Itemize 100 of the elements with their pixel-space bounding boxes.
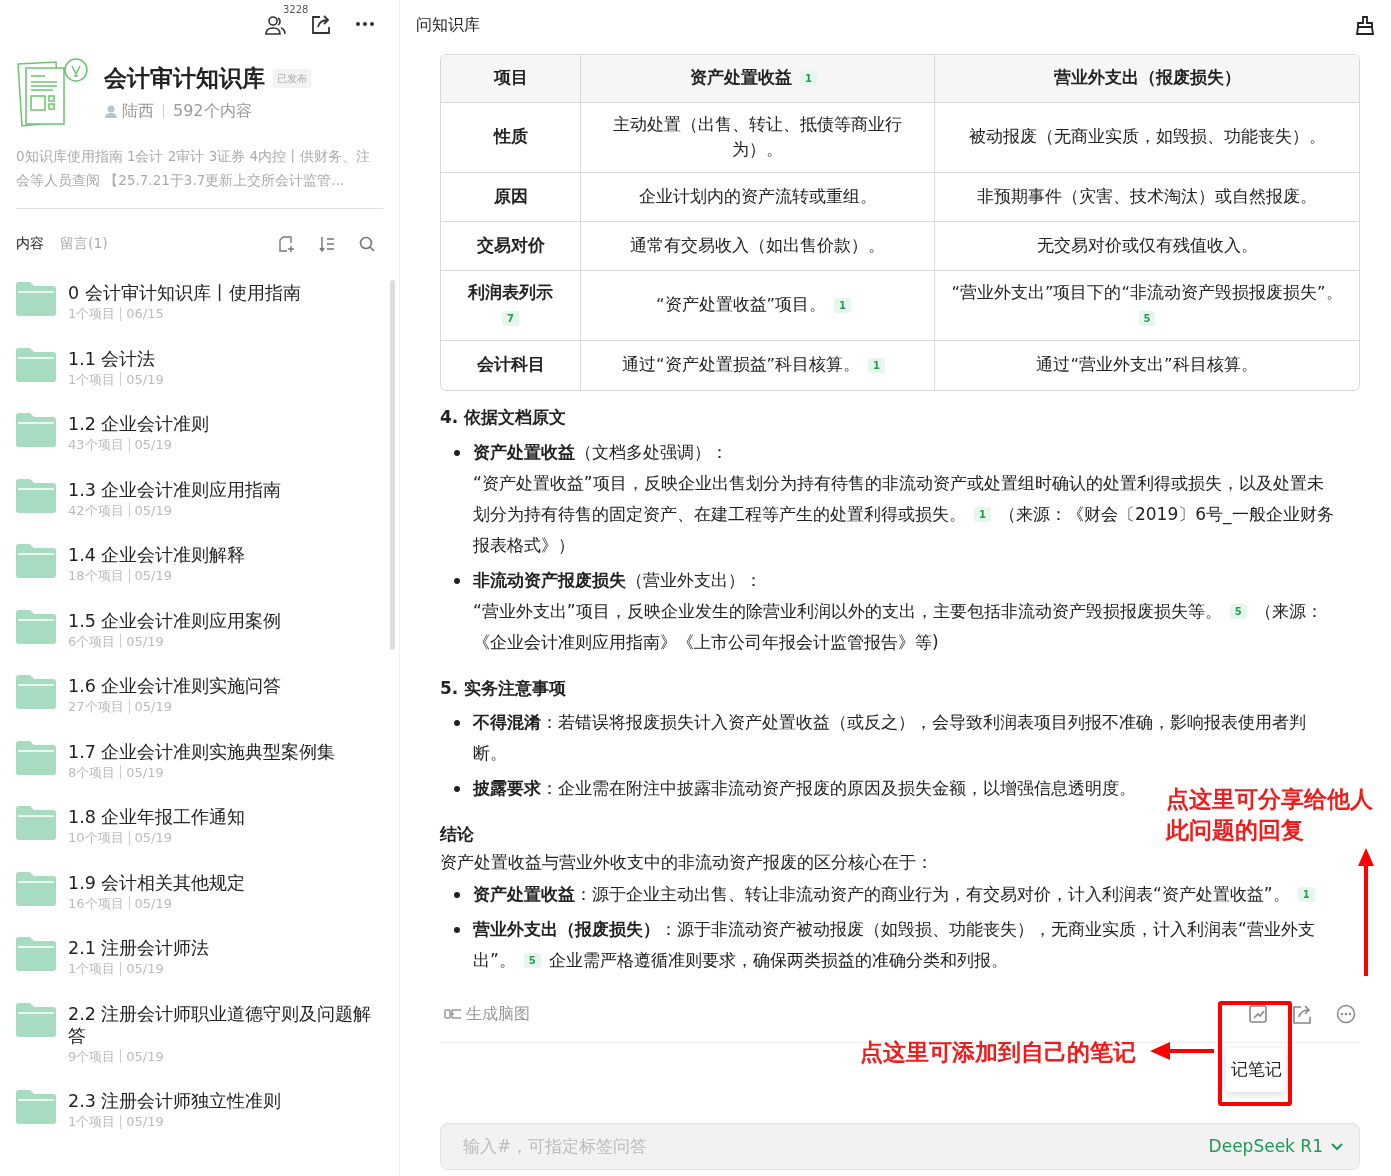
bullet-icon <box>454 892 460 898</box>
folder-item[interactable]: 1.1 会计法 1个项目 05/19 <box>16 335 383 401</box>
table-cell: 性质 <box>493 127 528 147</box>
item-count: 43个项目 <box>68 436 124 454</box>
folder-item[interactable]: 1.6 企业会计准则实施问答 27个项目 05/19 <box>16 663 383 729</box>
annotation-text: 点这里可添加到自己的笔记 <box>860 1038 1136 1067</box>
item-count: 16个项目 <box>68 894 124 913</box>
folder-icon <box>16 413 56 447</box>
folder-item[interactable]: 1.8 企业年报工作通知 10个项目 05/19 <box>16 794 383 860</box>
folder-date: 05/19 <box>126 1113 164 1131</box>
paragraph: 资产处置收益与营业外收支中的非流动资产报废的区分核心在于： <box>440 850 933 874</box>
note-icon[interactable] <box>1248 1004 1268 1024</box>
item-count: 27个项目 <box>68 698 124 716</box>
bullet-icon <box>454 786 460 792</box>
item-count: 1个项目 <box>68 1113 116 1131</box>
table-cell: 通过“资产处置损益”科目核算。 <box>621 355 861 375</box>
annotation-text: 点这里可分享给他人此问题的回复 <box>1166 785 1374 845</box>
caret-icon <box>1331 1142 1343 1151</box>
knowledge-base-description: 0知识库使用指南 1会计 2审计 3证券 4内控丨供财务、注会等人员查阅 【25.7.21于3.7更新上交所会计监管... <box>16 144 383 209</box>
folder-date: 05/19 <box>134 894 172 913</box>
folder-item[interactable]: 1.3 企业会计准则应用指南 42个项目 05/19 <box>16 466 383 532</box>
annotation-arrow <box>1150 1042 1214 1060</box>
folder-item[interactable]: 1.4 企业会计准则解释 18个项目 05/19 <box>16 532 383 598</box>
column-header: 营业外支出（报废损失） <box>1053 68 1241 88</box>
content-count: 592个内容 <box>173 100 252 123</box>
folder-icon <box>16 675 56 709</box>
clear-icon[interactable] <box>1355 15 1375 35</box>
mind-map-icon <box>444 1007 462 1021</box>
paragraph: 企业需严格遵循准则要求，确保两类损益的准确分类和列报。 <box>548 949 1008 972</box>
paragraph: “营业外支出”项目，反映企业发生的除营业利润以外的支出，主要包括非流动资产毁损报废损失等。 <box>473 599 1222 623</box>
table-cell: 原因 <box>493 186 528 206</box>
folder-icon <box>16 544 56 578</box>
tab[interactable]: 内容 <box>16 233 44 254</box>
paragraph: 不得混淆：若错误将报废损失计入资产处置收益（或反之），会导致利润表项目列报不准确，影响报表使用者判 <box>473 711 1306 734</box>
folder-date: 05/19 <box>126 632 164 651</box>
section-heading: 4. 依据文档原文 <box>440 406 567 429</box>
folder-name: 1.8 企业年报工作通知 <box>68 806 246 828</box>
folder-name: 1.6 企业会计准则实施问答 <box>68 675 282 697</box>
folder-date: 05/19 <box>126 1047 164 1066</box>
folder-item[interactable]: 2.3 注册会计师独立性准则 1个项目 05/19 <box>16 1078 383 1144</box>
folder-icon <box>16 937 56 971</box>
folder-name: 1.7 企业会计准则实施典型案例集 <box>68 740 336 763</box>
folder-item[interactable]: 2.2 注册会计师职业道德守则及问题解答 9个项目 05/19 <box>16 990 383 1078</box>
paragraph: 披露要求：企业需在附注中披露非流动资产报废的原因及损失金额，以增强信息透明度。 <box>473 777 1136 800</box>
more-icon[interactable] <box>355 21 375 27</box>
folder-date: 05/19 <box>134 829 172 847</box>
table-cell: 非预期事件（灾害、技术淘汰）或自然报废。 <box>977 186 1317 206</box>
paragraph: 断。 <box>473 742 507 765</box>
folder-item[interactable]: 2.1 注册会计师法 1个项目 05/19 <box>16 925 383 991</box>
folder-name: 1.1 会计法 <box>68 347 157 370</box>
folder-date: 05/19 <box>134 698 172 716</box>
item-count: 6个项目 <box>68 632 116 651</box>
folder-date: 05/19 <box>134 501 172 520</box>
paragraph: 报表格式》） <box>473 533 575 557</box>
paragraph: 《企业会计准则应用指南》《上市公司年报会计监管报告》等) <box>473 630 939 654</box>
folder-item[interactable]: 1.2 企业会计准则 43个项目 05/19 <box>16 401 383 467</box>
folder-item[interactable]: 1.7 企业会计准则实施典型案例集 8个项目 05/19 <box>16 728 383 794</box>
item-count: 1个项目 <box>68 370 116 389</box>
bullet-icon <box>454 449 460 456</box>
paragraph: （来源：《财会〔2019〕6号_一般企业财务 <box>998 502 1334 527</box>
folder-icon <box>16 1090 56 1124</box>
folder-icon <box>16 806 56 840</box>
folder-date: 05/19 <box>134 436 172 454</box>
knowledge-base-title: 会计审计知识库 <box>104 63 265 93</box>
folder-icon <box>16 1002 56 1037</box>
folder-date: 06/15 <box>126 305 164 323</box>
folder-name: 2.1 注册会计师法 <box>68 937 210 959</box>
item-count: 9个项目 <box>68 1047 116 1066</box>
folder-date: 05/19 <box>126 763 164 782</box>
folder-icon <box>16 282 56 316</box>
member-count: 3228 <box>283 3 309 17</box>
paragraph: （来源： <box>1254 599 1323 623</box>
folder-item[interactable]: 1.5 企业会计准则应用案例 6个项目 05/19 <box>16 597 383 663</box>
folder-item[interactable]: 0 会计审计知识库丨使用指南 1个项目 06/15 <box>16 270 383 336</box>
folder-name: 1.9 会计相关其他规定 <box>68 871 246 894</box>
search-icon[interactable] <box>359 235 375 252</box>
bullet-icon <box>454 577 460 584</box>
folder-item[interactable]: 1.9 会计相关其他规定 16个项目 05/19 <box>16 859 383 925</box>
folder-icon <box>16 478 56 513</box>
share-icon[interactable] <box>311 14 331 34</box>
folder-date: 05/19 <box>126 370 164 389</box>
bullet-icon <box>454 927 460 933</box>
item-count: 1个项目 <box>68 960 116 978</box>
table-cell: 交易对价 <box>476 235 545 255</box>
members-icon[interactable] <box>265 14 287 35</box>
knowledge-base-logo <box>16 56 88 128</box>
sort-icon[interactable] <box>319 235 335 252</box>
section-heading: 5. 实务注意事项 <box>440 676 567 700</box>
add-document-icon[interactable] <box>279 235 295 252</box>
folder-icon <box>16 740 56 775</box>
table-cell: 利润表列示 <box>468 282 553 302</box>
tooltip: 记笔记 <box>1226 1048 1286 1092</box>
folder-name: 1.4 企业会计准则解释 <box>68 544 246 566</box>
folder-date: 05/19 <box>126 960 164 978</box>
folder-icon <box>16 609 56 644</box>
folder-name: 1.3 企业会计准则应用指南 <box>68 478 282 501</box>
table-cell: 主动处置（出售、转让、抵债等商业行为）。 <box>613 114 902 159</box>
paragraph: 营业外支出（报废损失）：源于非流动资产被动报废（如毁损、功能丧失），无商业实质，计入利润表“营业外支 <box>473 918 1315 941</box>
bullet-icon <box>454 720 460 726</box>
page-title: 问知识库 <box>416 14 480 36</box>
